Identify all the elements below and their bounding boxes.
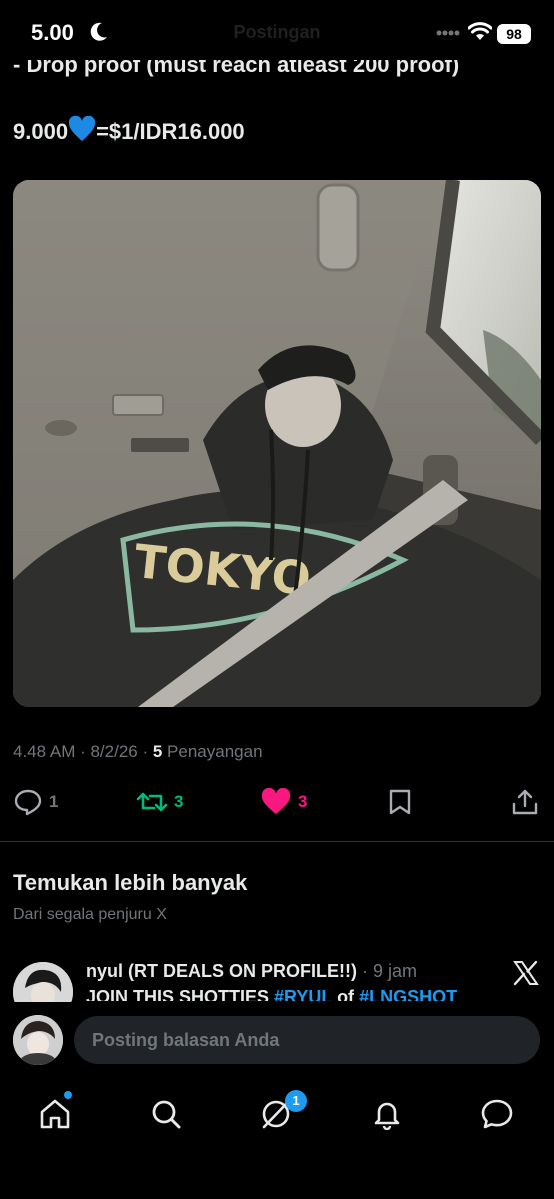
recommended-author[interactable]: nyul (RT DEALS ON PROFILE!!) · 9 jam <box>86 961 417 982</box>
post-meta: 4.48 AM · 8/2/26 · 5 Penayangan <box>13 742 263 762</box>
reply-icon <box>14 789 42 816</box>
home-icon <box>40 1099 70 1129</box>
share-button[interactable] <box>511 784 539 820</box>
post-price-line: 9.000 =$1/IDR16.000 <box>13 116 245 145</box>
views-count: 5 <box>152 742 163 761</box>
cellular-signal-icon <box>436 30 460 36</box>
tab-messages[interactable] <box>467 1092 527 1136</box>
user-avatar[interactable] <box>13 1015 63 1065</box>
grok-badge: 1 <box>285 1090 307 1112</box>
discover-subtitle: Dari segala penjuru X <box>13 906 167 923</box>
reply-count: 1 <box>49 792 59 811</box>
tab-notifications[interactable] <box>357 1092 417 1136</box>
heart-icon <box>261 788 291 814</box>
views-label: Penayangan <box>162 742 263 761</box>
post-image[interactable]: TOKYO <box>13 180 541 707</box>
blue-heart-icon <box>68 116 96 141</box>
reply-button[interactable]: 1 <box>13 784 58 820</box>
home-unread-dot <box>64 1091 72 1099</box>
section-divider <box>0 841 554 842</box>
battery-indicator: 98 <box>497 24 531 44</box>
reply-input[interactable] <box>74 1016 540 1064</box>
discover-title: Temukan lebih banyak <box>13 870 248 895</box>
status-bar: 5.00 Postingan 98 <box>0 0 554 64</box>
price-amount: 9.000 <box>13 119 69 144</box>
post-timestamp: 4.48 AM · 8/2/26 · <box>13 742 153 761</box>
x-logo-icon <box>513 960 539 986</box>
bottom-tab-bar <box>0 1078 554 1199</box>
messages-icon <box>481 1099 513 1129</box>
repost-icon <box>136 792 168 812</box>
recommended-time: · 9 jam <box>356 961 417 981</box>
tab-search[interactable] <box>136 1092 196 1136</box>
wifi-icon <box>468 22 492 40</box>
post-actions: 1 3 3 <box>0 784 554 820</box>
share-icon <box>512 789 538 815</box>
repost-count: 3 <box>174 792 184 811</box>
user-avatar-image <box>13 1015 63 1065</box>
bookmark-button[interactable] <box>387 784 413 820</box>
tab-home[interactable] <box>25 1092 85 1136</box>
bookmark-icon <box>389 789 411 815</box>
price-conversion: =$1/IDR16.000 <box>96 119 245 144</box>
repost-button[interactable]: 3 <box>136 784 183 820</box>
notifications-icon <box>374 1102 400 1130</box>
like-count: 3 <box>298 792 308 811</box>
like-button[interactable]: 3 <box>260 784 307 820</box>
photo-illustration: TOKYO <box>13 180 541 707</box>
search-icon <box>152 1100 181 1129</box>
recommended-author-name: nyul (RT DEALS ON PROFILE!!) <box>86 961 357 981</box>
